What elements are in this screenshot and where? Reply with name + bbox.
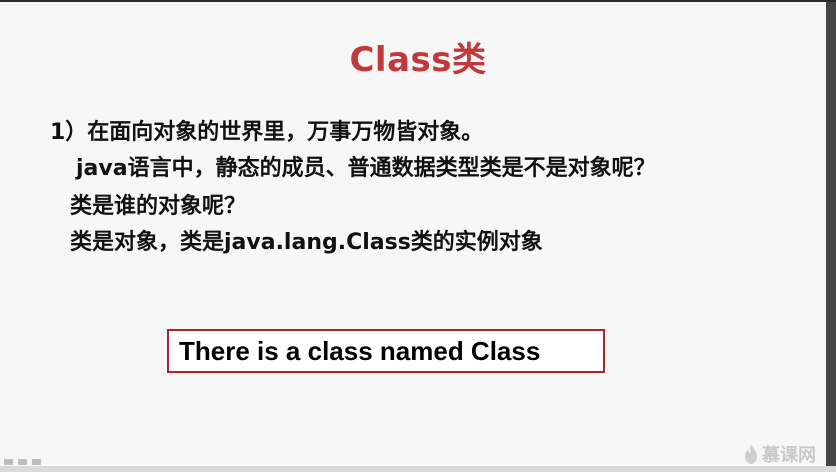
watermark-logo: 慕课网 [744, 442, 816, 466]
right-edge-strip [826, 2, 836, 470]
content-line-4: 类是对象，类是java.lang.Class类的实例对象 [70, 230, 543, 255]
bottom-edge-strip [0, 466, 836, 472]
next-icon[interactable] [32, 459, 41, 465]
player-controls [4, 459, 41, 465]
prev-icon[interactable] [4, 459, 13, 465]
slide-title: Class类 [349, 40, 487, 80]
content-line-3: 类是谁的对象呢？ [70, 194, 247, 219]
highlight-box: There is a class named Class [167, 329, 605, 373]
pause-icon[interactable] [18, 459, 27, 465]
content-line-1: 1）在面向对象的世界里，万事万物皆对象。 [50, 120, 484, 145]
watermark-text: 慕课网 [762, 445, 816, 466]
content-line-2: java语言中，静态的成员、普通数据类型类是不是对象呢？ [76, 156, 656, 181]
highlight-box-text: There is a class named Class [179, 336, 541, 366]
flame-icon [745, 444, 757, 464]
